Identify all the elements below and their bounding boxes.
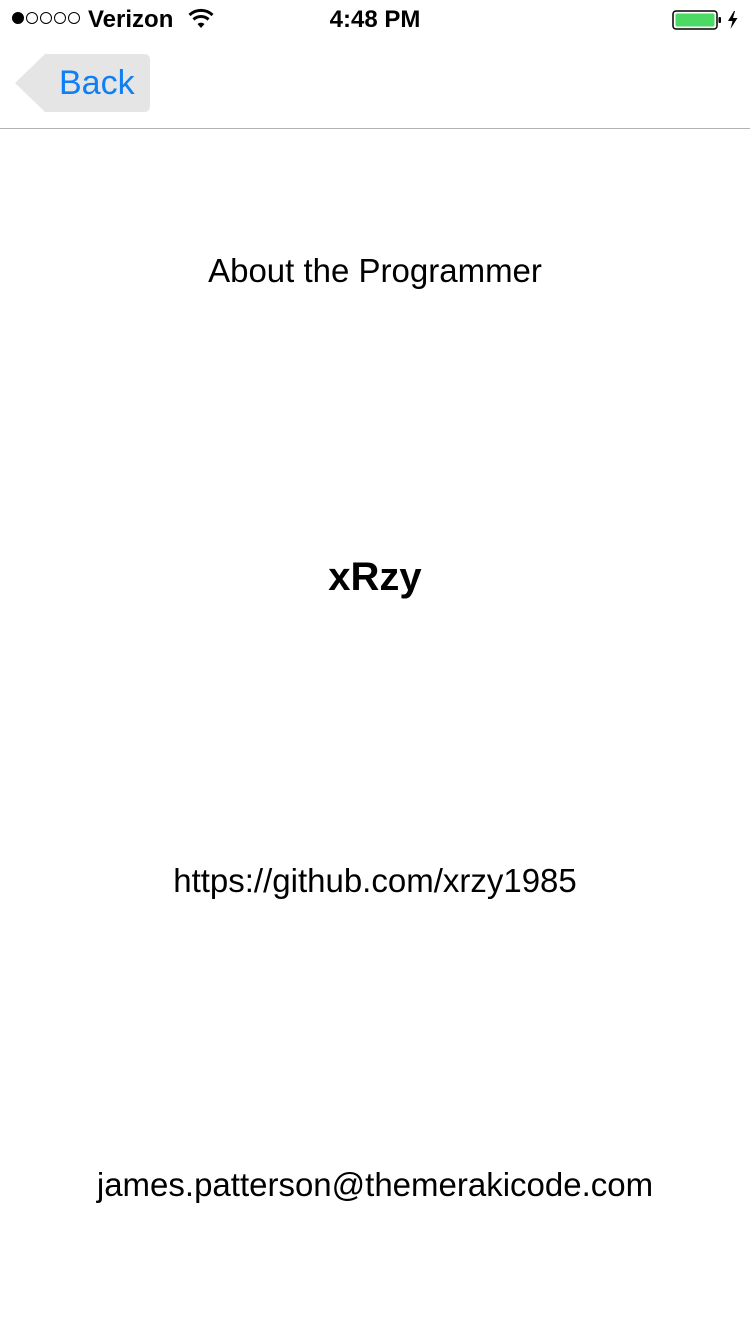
- programmer-username: xRzy: [328, 555, 422, 599]
- back-button-label: Back: [59, 64, 135, 102]
- page-title: About the Programmer: [208, 252, 542, 289]
- back-button[interactable]: Back: [15, 54, 150, 112]
- github-link[interactable]: https://github.com/xrzy1985: [0, 862, 750, 900]
- status-time: 4:48 PM: [329, 6, 421, 33]
- status-bar: Verizon 4:48 PM: [0, 0, 750, 40]
- email-link[interactable]: james.patterson@themerakicode.com: [0, 1166, 750, 1204]
- battery-charging-icon: [672, 10, 738, 30]
- navigation-bar: Back: [0, 40, 750, 129]
